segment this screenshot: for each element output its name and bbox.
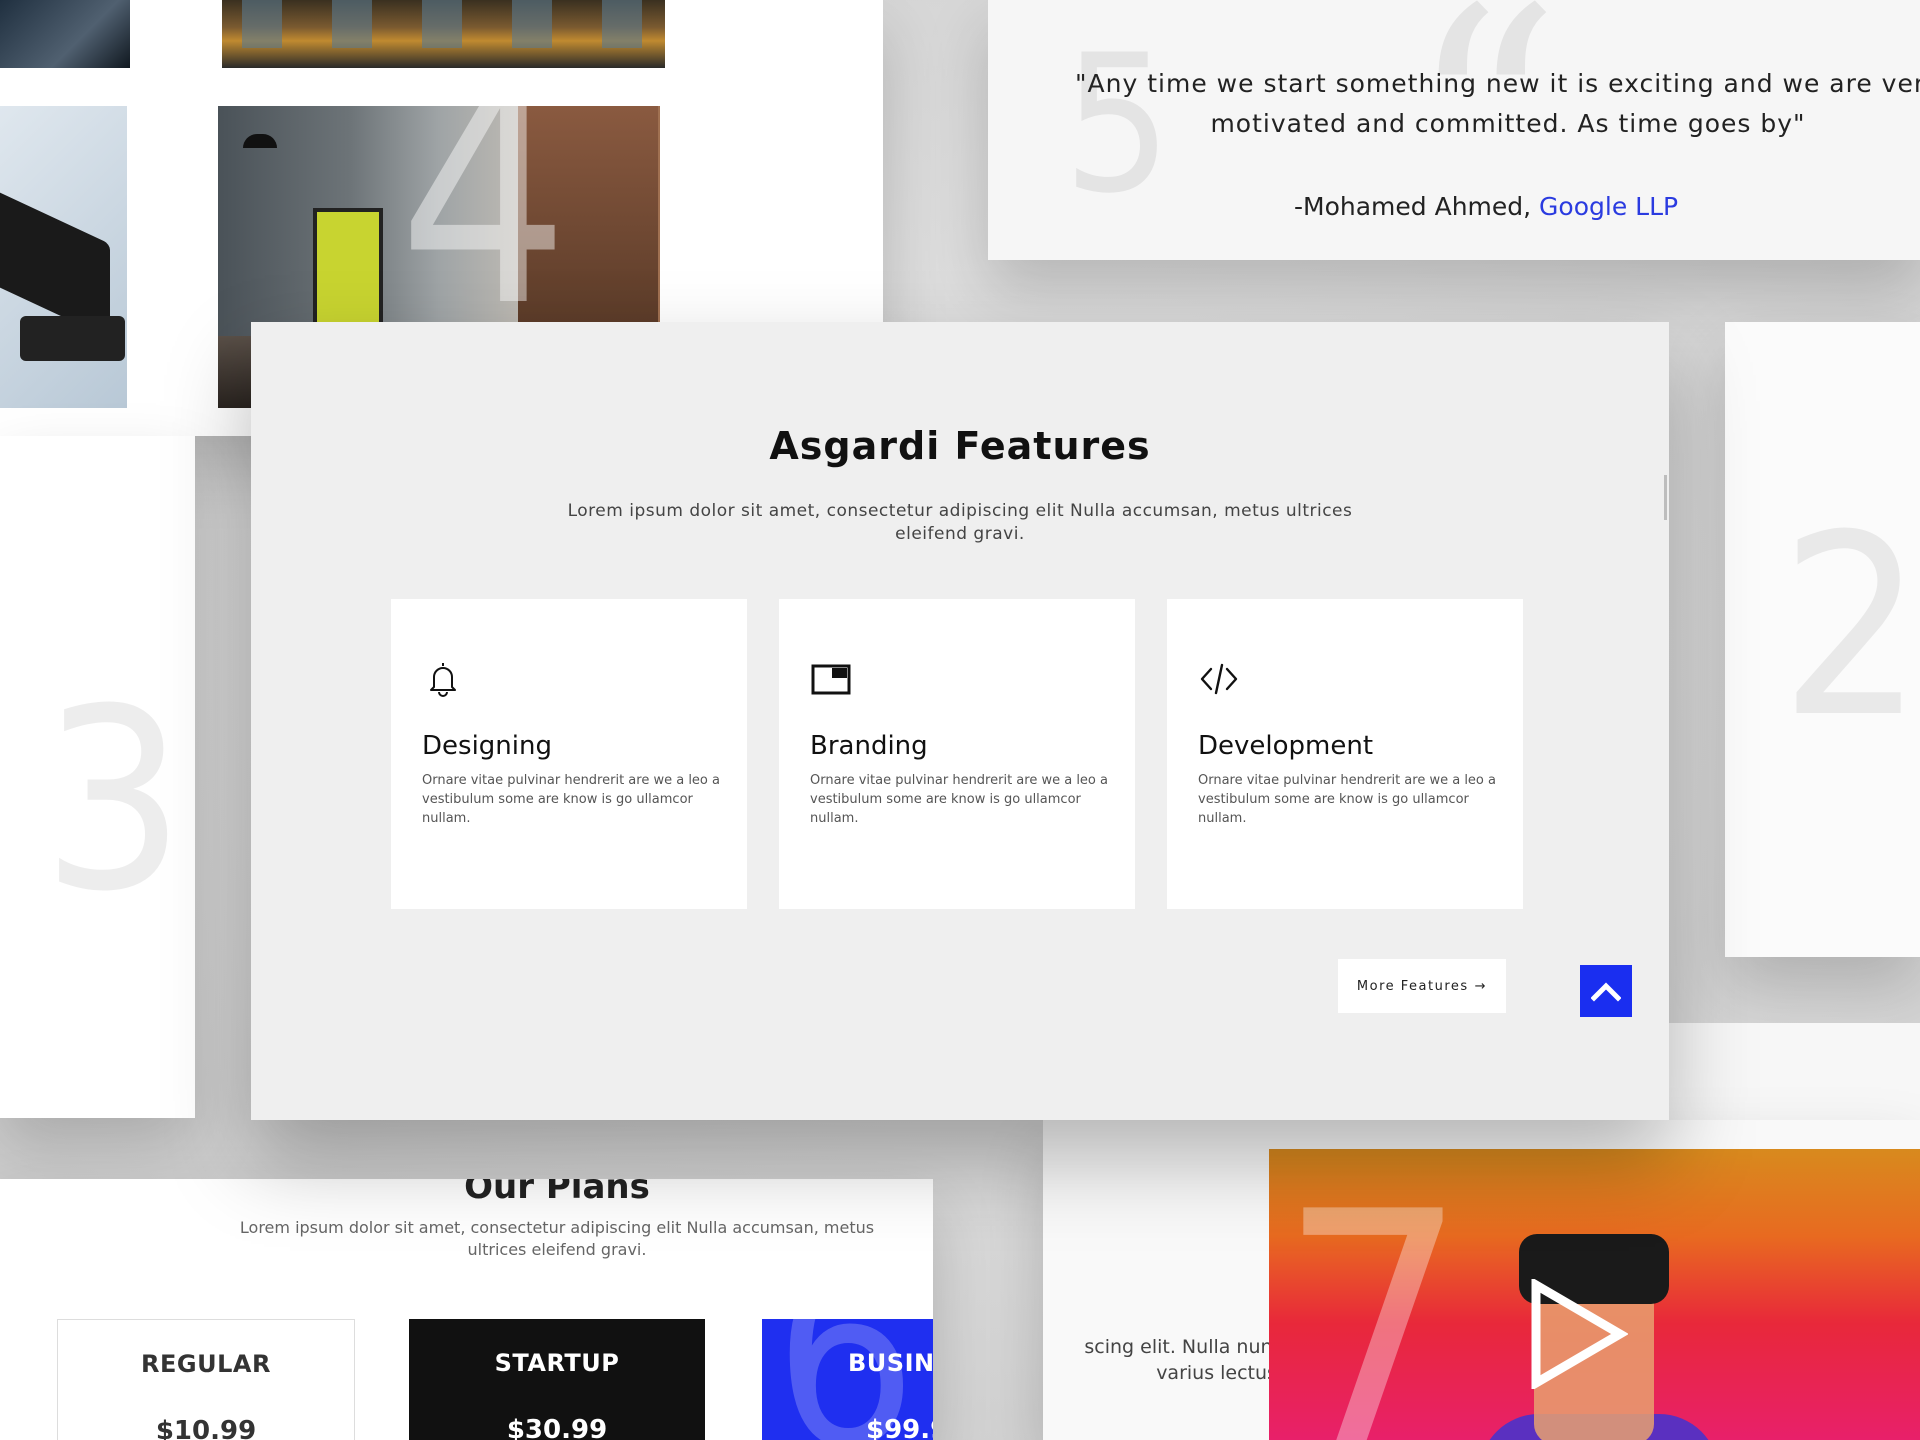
video-thumbnail[interactable]: 7 <box>1269 1149 1920 1440</box>
feature-title: Branding <box>810 731 928 761</box>
plan-price: $30.99 <box>506 1415 608 1440</box>
window-icon <box>811 664 851 695</box>
plans-title: Our Plans <box>464 1179 650 1207</box>
features-title: Asgardi Features <box>769 424 1151 468</box>
feature-card-development[interactable]: Development Ornare vitae pulvinar hendre… <box>1167 599 1523 909</box>
feature-card-designing[interactable]: Designing Ornare vitae pulvinar hendreri… <box>391 599 747 909</box>
scroll-to-top-button[interactable] <box>1580 965 1632 1017</box>
plan-name: STARTUP <box>494 1349 620 1377</box>
testimonial-slide: 5 “ "Any time we start something new it … <box>988 0 1920 260</box>
slide-three: 3 <box>0 436 195 1118</box>
more-features-label: More Features <box>1356 978 1469 994</box>
plans-slide: Our Plans Lorem ipsum dolor sit amet, co… <box>0 1179 933 1440</box>
play-icon[interactable] <box>1528 1279 1628 1389</box>
testimonial-author: -Mohamed Ahmed, Google LLP <box>1294 192 1678 221</box>
slide-number: 6 <box>774 1212 918 1440</box>
bell-icon <box>430 663 456 697</box>
feature-description: Ornare vitae pulvinar hendrerit are we a… <box>422 773 720 826</box>
plan-name: REGULAR <box>141 1350 271 1378</box>
features-slide: Asgardi Features Lorem ipsum dolor sit a… <box>251 322 1669 1120</box>
arrow-right-icon: → <box>1474 978 1488 994</box>
feature-title: Development <box>1198 731 1374 761</box>
gallery-photo-tablet <box>0 0 130 68</box>
author-name: -Mohamed Ahmed, <box>1294 192 1540 221</box>
feature-title: Designing <box>422 731 552 761</box>
features-subtitle: Lorem ipsum dolor sit amet, consectetur … <box>567 501 1353 544</box>
plan-card-regular[interactable]: REGULAR $10.99 <box>57 1319 355 1440</box>
more-features-button[interactable]: More Features → <box>1338 959 1506 1013</box>
feature-description: Ornare vitae pulvinar hendrerit are we a… <box>1198 773 1496 826</box>
slide-two: 2 <box>1725 322 1920 957</box>
plan-price: $10.99 <box>155 1416 257 1440</box>
chevron-up-icon <box>1591 982 1621 1002</box>
testimonial-quote: "Any time we start something new it is e… <box>1075 69 1920 138</box>
code-icon <box>1200 663 1238 695</box>
video-slide: scing elit. Nulla nunc varius lectus, 7 <box>1043 1120 1920 1440</box>
plan-card-startup[interactable]: STARTUP $30.99 <box>409 1319 705 1440</box>
slide-number: 4 <box>398 23 570 372</box>
slide-number: 7 <box>1279 1149 1468 1440</box>
feature-card-branding[interactable]: Branding Ornare vitae pulvinar hendrerit… <box>779 599 1135 909</box>
scrollbar-thumb[interactable] <box>1664 475 1667 520</box>
video-section-text: scing elit. Nulla nunc varius lectus, <box>1084 1336 1283 1384</box>
slide-number: 2 <box>1780 481 1920 772</box>
gallery-photo-device <box>0 106 127 408</box>
feature-description: Ornare vitae pulvinar hendrerit are we a… <box>810 773 1108 826</box>
slide-number: 3 <box>42 655 186 946</box>
author-company-link[interactable]: Google LLP <box>1539 192 1678 221</box>
